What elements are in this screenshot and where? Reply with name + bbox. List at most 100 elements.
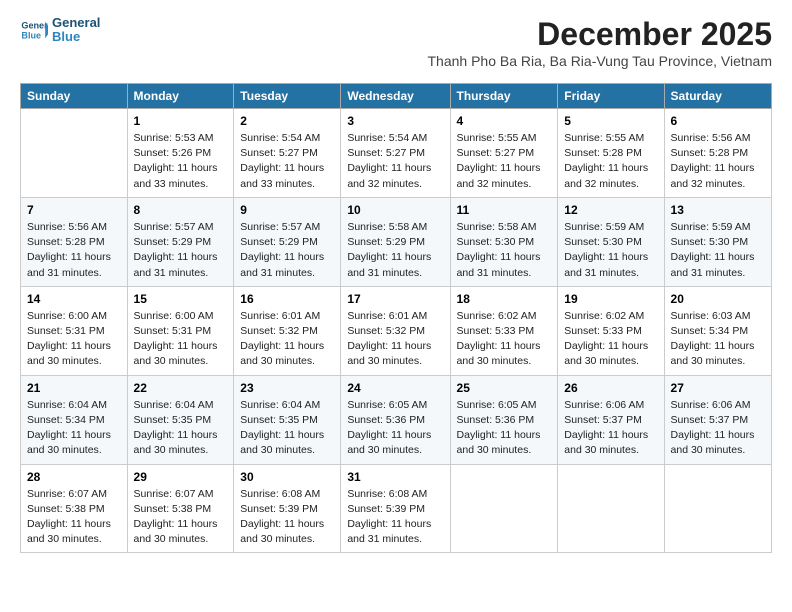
day-number: 4 [457, 114, 552, 128]
header-day-wednesday: Wednesday [341, 84, 450, 109]
day-info: Sunrise: 5:58 AM Sunset: 5:30 PM Dayligh… [457, 220, 552, 281]
calendar-cell: 5 Sunrise: 5:55 AM Sunset: 5:28 PM Daylig… [558, 109, 664, 198]
day-number: 7 [27, 203, 121, 217]
week-row-3: 14 Sunrise: 6:00 AM Sunset: 5:31 PM Dayli… [21, 286, 772, 375]
calendar-cell: 1 Sunrise: 5:53 AM Sunset: 5:26 PM Daylig… [127, 109, 234, 198]
week-row-4: 21 Sunrise: 6:04 AM Sunset: 5:34 PM Dayli… [21, 375, 772, 464]
day-number: 25 [457, 381, 552, 395]
week-row-1: 1 Sunrise: 5:53 AM Sunset: 5:26 PM Daylig… [21, 109, 772, 198]
general-blue-logo-icon: General Blue [20, 16, 48, 44]
day-number: 12 [564, 203, 657, 217]
day-info: Sunrise: 6:06 AM Sunset: 5:37 PM Dayligh… [564, 398, 657, 459]
calendar-cell: 21 Sunrise: 6:04 AM Sunset: 5:34 PM Dayli… [21, 375, 128, 464]
calendar-table: SundayMondayTuesdayWednesdayThursdayFrid… [20, 83, 772, 553]
day-number: 30 [240, 470, 334, 484]
calendar-header: SundayMondayTuesdayWednesdayThursdayFrid… [21, 84, 772, 109]
day-info: Sunrise: 6:01 AM Sunset: 5:32 PM Dayligh… [347, 309, 443, 370]
calendar-cell: 18 Sunrise: 6:02 AM Sunset: 5:33 PM Dayli… [450, 286, 558, 375]
day-info: Sunrise: 5:54 AM Sunset: 5:27 PM Dayligh… [240, 131, 334, 192]
day-number: 31 [347, 470, 443, 484]
svg-text:General: General [21, 21, 48, 31]
day-info: Sunrise: 5:58 AM Sunset: 5:29 PM Dayligh… [347, 220, 443, 281]
calendar-cell: 30 Sunrise: 6:08 AM Sunset: 5:39 PM Dayli… [234, 464, 341, 553]
day-info: Sunrise: 6:02 AM Sunset: 5:33 PM Dayligh… [564, 309, 657, 370]
day-number: 21 [27, 381, 121, 395]
day-number: 9 [240, 203, 334, 217]
calendar-body: 1 Sunrise: 5:53 AM Sunset: 5:26 PM Daylig… [21, 109, 772, 553]
day-info: Sunrise: 6:02 AM Sunset: 5:33 PM Dayligh… [457, 309, 552, 370]
calendar-cell [664, 464, 771, 553]
calendar-cell: 29Sunrise: 6:07 AM Sunset: 5:38 PM Dayli… [127, 464, 234, 553]
day-info: Sunrise: 6:00 AM Sunset: 5:31 PM Dayligh… [134, 309, 228, 370]
day-info: Sunrise: 6:04 AM Sunset: 5:34 PM Dayligh… [27, 398, 121, 459]
day-number: 22 [134, 381, 228, 395]
day-info: Sunrise: 6:04 AM Sunset: 5:35 PM Dayligh… [134, 398, 228, 459]
day-number: 3 [347, 114, 443, 128]
calendar-cell: 13Sunrise: 5:59 AM Sunset: 5:30 PM Dayli… [664, 197, 771, 286]
day-info: Sunrise: 5:55 AM Sunset: 5:27 PM Dayligh… [457, 131, 552, 192]
calendar-title: December 2025 [428, 16, 773, 53]
calendar-cell: 11 Sunrise: 5:58 AM Sunset: 5:30 PM Dayli… [450, 197, 558, 286]
calendar-cell: 10Sunrise: 5:58 AM Sunset: 5:29 PM Dayli… [341, 197, 450, 286]
logo-line2: Blue [52, 30, 100, 44]
day-info: Sunrise: 5:56 AM Sunset: 5:28 PM Dayligh… [671, 131, 765, 192]
day-info: Sunrise: 6:05 AM Sunset: 5:36 PM Dayligh… [347, 398, 443, 459]
calendar-cell [558, 464, 664, 553]
calendar-cell: 16 Sunrise: 6:01 AM Sunset: 5:32 PM Dayli… [234, 286, 341, 375]
svg-text:Blue: Blue [21, 31, 41, 41]
header-day-thursday: Thursday [450, 84, 558, 109]
day-info: Sunrise: 6:07 AM Sunset: 5:38 PM Dayligh… [27, 487, 121, 548]
day-number: 6 [671, 114, 765, 128]
day-info: Sunrise: 6:05 AM Sunset: 5:36 PM Dayligh… [457, 398, 552, 459]
header-row: SundayMondayTuesdayWednesdayThursdayFrid… [21, 84, 772, 109]
calendar-cell: 20Sunrise: 6:03 AM Sunset: 5:34 PM Dayli… [664, 286, 771, 375]
day-info: Sunrise: 5:56 AM Sunset: 5:28 PM Dayligh… [27, 220, 121, 281]
day-info: Sunrise: 6:08 AM Sunset: 5:39 PM Dayligh… [347, 487, 443, 548]
calendar-cell: 14 Sunrise: 6:00 AM Sunset: 5:31 PM Dayli… [21, 286, 128, 375]
calendar-cell: 19Sunrise: 6:02 AM Sunset: 5:33 PM Dayli… [558, 286, 664, 375]
header-day-sunday: Sunday [21, 84, 128, 109]
day-info: Sunrise: 5:59 AM Sunset: 5:30 PM Dayligh… [671, 220, 765, 281]
day-number: 28 [27, 470, 121, 484]
calendar-subtitle: Thanh Pho Ba Ria, Ba Ria-Vung Tau Provin… [428, 53, 773, 69]
week-row-2: 7 Sunrise: 5:56 AM Sunset: 5:28 PM Daylig… [21, 197, 772, 286]
title-section: December 2025 Thanh Pho Ba Ria, Ba Ria-V… [428, 16, 773, 77]
day-info: Sunrise: 5:54 AM Sunset: 5:27 PM Dayligh… [347, 131, 443, 192]
calendar-cell: 15 Sunrise: 6:00 AM Sunset: 5:31 PM Dayli… [127, 286, 234, 375]
day-number: 5 [564, 114, 657, 128]
day-number: 23 [240, 381, 334, 395]
day-info: Sunrise: 6:08 AM Sunset: 5:39 PM Dayligh… [240, 487, 334, 548]
logo: General Blue General Blue [20, 16, 100, 45]
header-day-saturday: Saturday [664, 84, 771, 109]
day-info: Sunrise: 6:07 AM Sunset: 5:38 PM Dayligh… [134, 487, 228, 548]
calendar-cell: 4 Sunrise: 5:55 AM Sunset: 5:27 PM Daylig… [450, 109, 558, 198]
day-number: 18 [457, 292, 552, 306]
day-number: 14 [27, 292, 121, 306]
header-day-monday: Monday [127, 84, 234, 109]
calendar-cell: 6 Sunrise: 5:56 AM Sunset: 5:28 PM Daylig… [664, 109, 771, 198]
logo-line1: General [52, 16, 100, 30]
calendar-cell: 23Sunrise: 6:04 AM Sunset: 5:35 PM Dayli… [234, 375, 341, 464]
calendar-cell: 25 Sunrise: 6:05 AM Sunset: 5:36 PM Dayli… [450, 375, 558, 464]
day-info: Sunrise: 6:06 AM Sunset: 5:37 PM Dayligh… [671, 398, 765, 459]
day-info: Sunrise: 5:57 AM Sunset: 5:29 PM Dayligh… [134, 220, 228, 281]
calendar-cell: 17 Sunrise: 6:01 AM Sunset: 5:32 PM Dayli… [341, 286, 450, 375]
header-day-tuesday: Tuesday [234, 84, 341, 109]
day-info: Sunrise: 6:00 AM Sunset: 5:31 PM Dayligh… [27, 309, 121, 370]
calendar-cell: 12Sunrise: 5:59 AM Sunset: 5:30 PM Dayli… [558, 197, 664, 286]
calendar-cell [21, 109, 128, 198]
day-number: 16 [240, 292, 334, 306]
day-number: 11 [457, 203, 552, 217]
day-number: 15 [134, 292, 228, 306]
calendar-cell [450, 464, 558, 553]
day-number: 2 [240, 114, 334, 128]
day-number: 27 [671, 381, 765, 395]
day-number: 1 [134, 114, 228, 128]
day-info: Sunrise: 6:01 AM Sunset: 5:32 PM Dayligh… [240, 309, 334, 370]
calendar-cell: 26Sunrise: 6:06 AM Sunset: 5:37 PM Dayli… [558, 375, 664, 464]
day-number: 17 [347, 292, 443, 306]
day-info: Sunrise: 5:55 AM Sunset: 5:28 PM Dayligh… [564, 131, 657, 192]
calendar-cell: 8Sunrise: 5:57 AM Sunset: 5:29 PM Daylig… [127, 197, 234, 286]
day-info: Sunrise: 5:53 AM Sunset: 5:26 PM Dayligh… [134, 131, 228, 192]
day-number: 24 [347, 381, 443, 395]
